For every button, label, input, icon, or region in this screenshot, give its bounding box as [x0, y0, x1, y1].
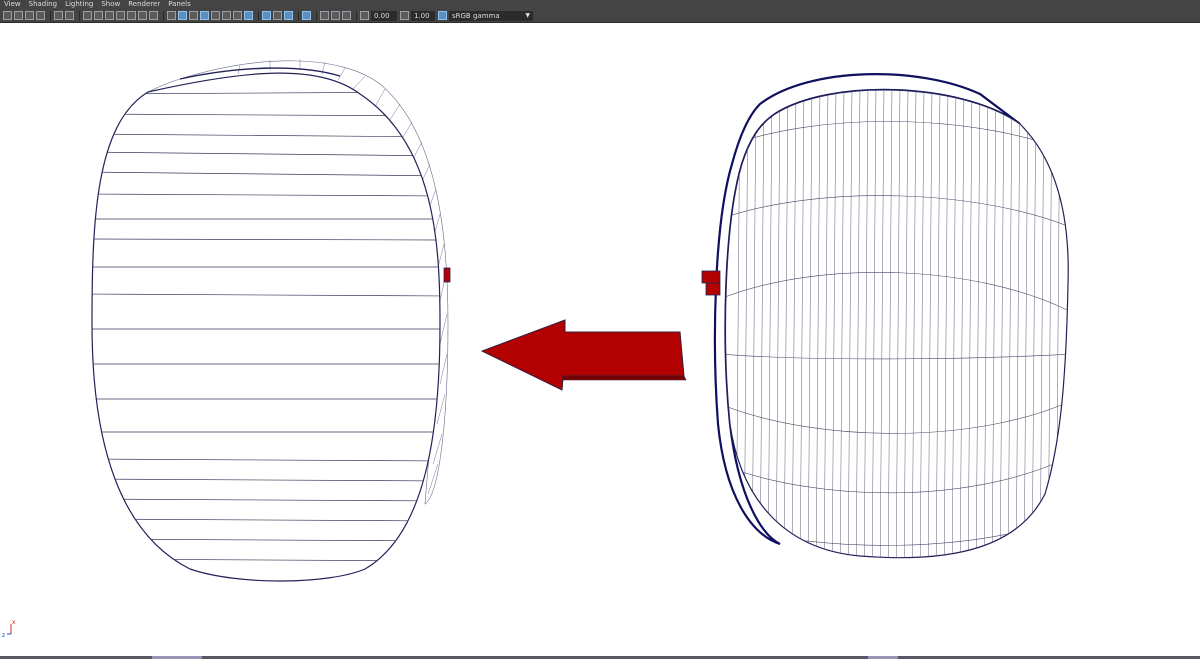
- viewport-3d[interactable]: x z: [0, 24, 1200, 656]
- backface-culling-icon[interactable]: [342, 11, 351, 20]
- film-gate-icon[interactable]: [94, 11, 103, 20]
- 2d-pan-zoom-icon[interactable]: [54, 11, 63, 20]
- exposure-icon[interactable]: [360, 11, 369, 20]
- panel-toolbar: 0.00 1.00 sRGB gamma ▼: [0, 9, 1200, 23]
- toolbar-separator: [298, 10, 299, 21]
- toolbar-separator: [163, 10, 164, 21]
- viewport-canvas: x z: [2, 59, 1075, 639]
- menu-renderer[interactable]: Renderer: [124, 0, 164, 9]
- wireframe-on-shaded-icon[interactable]: [200, 11, 209, 20]
- camera-attributes-icon[interactable]: [14, 11, 23, 20]
- toolbar-separator: [258, 10, 259, 21]
- textured-icon[interactable]: [211, 11, 220, 20]
- depth-of-field-icon[interactable]: [284, 11, 293, 20]
- left-front-face: [91, 72, 441, 582]
- grid-icon[interactable]: [83, 11, 92, 20]
- view-transform-value: sRGB gamma: [452, 11, 500, 20]
- left-pivot-handle[interactable]: [443, 267, 451, 283]
- direction-arrow: [480, 319, 687, 391]
- toolbar-separator: [356, 10, 357, 21]
- gate-mask-icon[interactable]: [116, 11, 125, 20]
- motion-blur-icon[interactable]: [262, 11, 271, 20]
- arrow-shadow: [561, 375, 687, 391]
- image-plane-icon[interactable]: [36, 11, 45, 20]
- menu-lighting[interactable]: Lighting: [61, 0, 97, 9]
- menu-show[interactable]: Show: [97, 0, 124, 9]
- gamma-icon[interactable]: [400, 11, 409, 20]
- field-chart-icon[interactable]: [127, 11, 136, 20]
- isolate-select-icon[interactable]: [302, 11, 311, 20]
- toolbar-separator: [79, 10, 80, 21]
- resolution-gate-icon[interactable]: [105, 11, 114, 20]
- xray-icon[interactable]: [320, 11, 329, 20]
- xray-joints-icon[interactable]: [331, 11, 340, 20]
- right-wireframe-object[interactable]: [701, 73, 1075, 584]
- screen-space-ao-icon[interactable]: [244, 11, 253, 20]
- exposure-field[interactable]: 0.00: [371, 10, 397, 21]
- menu-view[interactable]: View: [0, 0, 25, 9]
- grease-pencil-icon[interactable]: [65, 11, 74, 20]
- color-management-icon[interactable]: [438, 11, 447, 20]
- gamma-field[interactable]: 1.00: [411, 10, 435, 21]
- menu-bar: View Shading Lighting Show Renderer Pane…: [0, 0, 1200, 9]
- safe-action-icon[interactable]: [138, 11, 147, 20]
- multisample-aa-icon[interactable]: [273, 11, 282, 20]
- smooth-shade-icon[interactable]: [178, 11, 187, 20]
- shadows-icon[interactable]: [233, 11, 242, 20]
- toolbar-separator: [50, 10, 51, 21]
- camera-select-icon[interactable]: [3, 11, 12, 20]
- right-pivot-handle[interactable]: [701, 270, 721, 296]
- axis-label-x: x: [12, 619, 16, 626]
- bookmark-icon[interactable]: [25, 11, 34, 20]
- chevron-down-icon: ▼: [525, 11, 530, 19]
- left-wireframe-object[interactable]: [80, 59, 451, 582]
- menu-panels[interactable]: Panels: [164, 0, 195, 9]
- axis-gizmo: x z: [2, 619, 16, 639]
- use-all-lights-icon[interactable]: [222, 11, 231, 20]
- toolbar-separator: [316, 10, 317, 21]
- view-transform-select[interactable]: sRGB gamma ▼: [449, 10, 533, 21]
- wireframe-icon[interactable]: [167, 11, 176, 20]
- axis-label-z: z: [2, 632, 5, 639]
- safe-title-icon[interactable]: [149, 11, 158, 20]
- menu-shading[interactable]: Shading: [25, 0, 61, 9]
- default-material-icon[interactable]: [189, 11, 198, 20]
